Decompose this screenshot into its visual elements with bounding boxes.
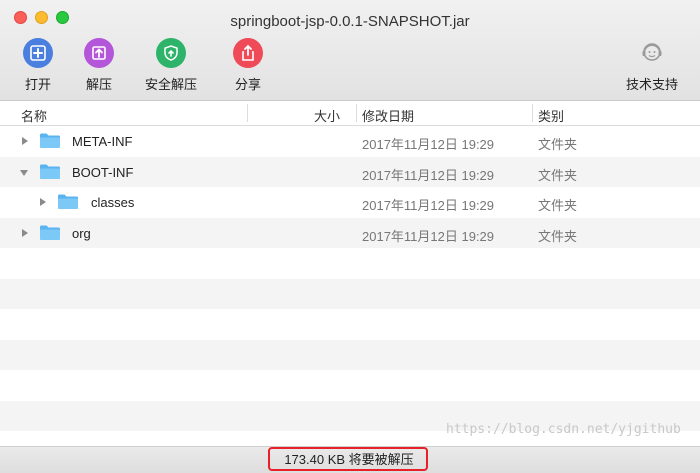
- shield-icon: [156, 38, 186, 68]
- toolbar: springboot-jsp-0.0.1-SNAPSHOT.jar 打开 解压: [0, 0, 700, 101]
- disclosure-right-icon[interactable]: [40, 198, 46, 206]
- item-date: 2017年11月12日 19:29: [362, 137, 495, 152]
- column-size[interactable]: 大小: [314, 106, 340, 125]
- folder-icon: [40, 133, 60, 148]
- disclosure-down-icon[interactable]: [20, 169, 28, 176]
- item-name: classes: [91, 195, 135, 210]
- status-text: 173.40 KB 将要被解压: [284, 452, 414, 467]
- item-kind: 文件夹: [538, 228, 578, 244]
- extract-label: 解压: [85, 77, 112, 92]
- open-button[interactable]: 打开: [23, 38, 53, 93]
- item-kind: 文件夹: [538, 198, 578, 213]
- item-name: META-INF: [72, 134, 133, 149]
- item-date: 2017年11月12日 19:29: [362, 198, 495, 213]
- support-label: 技术支持: [626, 77, 679, 92]
- column-header: 名称 大小 修改日期 类别: [0, 101, 700, 126]
- column-divider[interactable]: [532, 104, 533, 122]
- item-name: BOOT-INF: [72, 164, 134, 180]
- share-icon: [233, 38, 263, 68]
- folder-icon: [58, 194, 78, 209]
- safe-extract-button[interactable]: 安全解压: [145, 38, 197, 93]
- column-modified[interactable]: 修改日期: [362, 106, 414, 125]
- support-button[interactable]: 技术支持: [626, 38, 678, 93]
- column-divider[interactable]: [247, 104, 248, 122]
- list-item[interactable]: org 2017年11月12日 19:29 文件夹: [0, 217, 700, 248]
- file-list: META-INF 2017年11月12日 19:29 文件夹 BOOT-INF …: [0, 126, 700, 446]
- item-kind: 文件夹: [538, 137, 578, 152]
- folder-icon: [40, 164, 60, 179]
- list-item[interactable]: META-INF 2017年11月12日 19:29 文件夹: [0, 126, 700, 157]
- column-name[interactable]: 名称: [21, 106, 47, 125]
- disclosure-right-icon[interactable]: [22, 137, 28, 145]
- column-divider[interactable]: [356, 104, 357, 122]
- empty-row: [0, 370, 700, 401]
- extract-icon: [84, 38, 114, 68]
- item-date: 2017年11月12日 19:29: [362, 228, 495, 244]
- item-name: org: [72, 225, 91, 241]
- safe-extract-label: 安全解压: [145, 77, 198, 92]
- extract-button[interactable]: 解压: [84, 38, 114, 93]
- empty-row: [0, 278, 700, 309]
- empty-row: [0, 248, 700, 279]
- column-kind[interactable]: 类别: [538, 106, 564, 125]
- list-item[interactable]: classes 2017年11月12日 19:29 文件夹: [0, 187, 700, 218]
- empty-row: [0, 309, 700, 340]
- item-date: 2017年11月12日 19:29: [362, 167, 495, 183]
- support-icon: [637, 38, 667, 68]
- app-window: springboot-jsp-0.0.1-SNAPSHOT.jar 打开 解压: [0, 0, 700, 473]
- item-kind: 文件夹: [538, 167, 578, 183]
- disclosure-right-icon[interactable]: [22, 228, 28, 237]
- open-icon: [23, 38, 53, 68]
- open-label: 打开: [24, 77, 51, 92]
- share-label: 分享: [234, 77, 261, 92]
- watermark: https://blog.csdn.net/yjgithub: [446, 422, 681, 437]
- share-button[interactable]: 分享: [233, 38, 263, 93]
- window-title: springboot-jsp-0.0.1-SNAPSHOT.jar: [230, 13, 470, 30]
- status-bar: https://blog.csdn.net/yjgithub 173.40 KB…: [0, 422, 700, 473]
- list-item[interactable]: BOOT-INF 2017年11月12日 19:29 文件夹: [0, 156, 700, 187]
- folder-icon: [40, 225, 60, 240]
- empty-row: [0, 339, 700, 370]
